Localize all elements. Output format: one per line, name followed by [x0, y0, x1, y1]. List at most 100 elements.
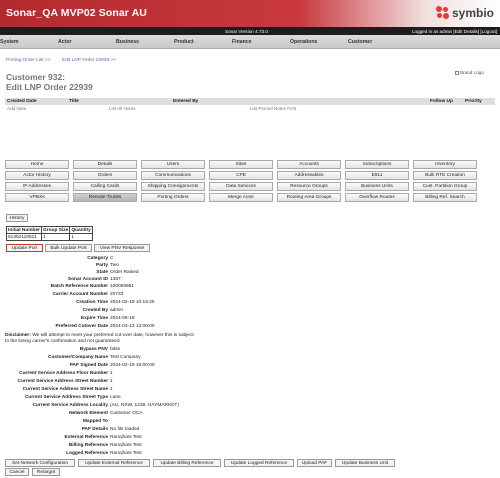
disclaimer-label: Disclaimer:: [5, 333, 31, 338]
nav-remote-trunks-button[interactable]: Remote Trunks: [73, 193, 137, 202]
col-priority: Priority: [465, 99, 482, 104]
nav-accounts-button[interactable]: Accounts: [277, 160, 341, 169]
detail-label: Current Service Address Floor Number: [19, 371, 108, 376]
menu-customer[interactable]: Customer: [348, 39, 372, 45]
quantity-cell: 1: [69, 233, 93, 241]
menu-business[interactable]: Business: [116, 39, 139, 45]
detail-value: Customer OCA: [110, 411, 143, 416]
nav-calling-cards-button[interactable]: Calling Cards: [73, 182, 137, 191]
set-network-configuration-button[interactable]: Set Network Configuration: [5, 459, 75, 467]
nav-merge-actor-button[interactable]: Merge Actor: [209, 193, 273, 202]
breadcrumb-edit-lnp-order[interactable]: Edit LNP Order 22939 >>: [62, 58, 116, 63]
update-port-button[interactable]: Update Port: [6, 244, 43, 252]
detail-label: Creation Time: [76, 300, 108, 305]
detail-row: Network Element Customer OCA: [0, 411, 500, 417]
detail-row: Current Service Address Street Type Lane: [0, 395, 500, 401]
nav-details-button[interactable]: Details: [73, 160, 137, 169]
brand-logo: Brand Logo: [455, 70, 484, 75]
detail-row: Billing Reference Rannjhani Test: [0, 443, 500, 449]
detail-value: Rannjhani Test: [110, 451, 142, 456]
detail-row: PAF Signed Date 2024-02-19 15:00:00: [0, 363, 500, 369]
cancel-button[interactable]: Cancel: [5, 468, 29, 476]
menu-system[interactable]: System: [0, 39, 18, 45]
menu-finance[interactable]: Finance: [232, 39, 252, 45]
nav-vpbxs-button[interactable]: VPBXs: [5, 193, 69, 202]
bulk-update-port-button[interactable]: Bulk Update Port: [45, 244, 92, 252]
nav-subscriptions-button[interactable]: Subscriptions: [345, 160, 409, 169]
history-button[interactable]: History: [6, 214, 28, 222]
nav-communications-button[interactable]: Communications: [141, 171, 205, 180]
detail-value: Rannjhani Test: [110, 443, 142, 448]
detail-row: Created By admin: [0, 308, 500, 314]
nav-addressables-button[interactable]: Addressables: [277, 171, 341, 180]
detail-row: Mapped To: [0, 419, 500, 425]
detail-label: Current Service Address Street Name: [22, 387, 108, 392]
retarget-button[interactable]: Retarget: [32, 468, 60, 476]
detail-value: 20733: [110, 292, 124, 297]
nav-actor-history-button[interactable]: Actor History: [5, 171, 69, 180]
nav-porting-orders-button[interactable]: Porting Orders: [141, 193, 205, 202]
detail-value: Test Company: [110, 355, 141, 360]
group-size-cell: 1: [40, 233, 71, 241]
detail-row: Carrier Account Number 20733: [0, 292, 500, 298]
detail-value: (AU, NSW, 1238, HAYMARKET): [110, 403, 179, 408]
nav-shipping-consignments-button[interactable]: Shipping Consignments: [141, 182, 205, 191]
update-billing-reference-button[interactable]: Update Billing Reference: [153, 459, 221, 467]
detail-row: Party Two: [0, 263, 500, 269]
detail-value: 2024-03-13 13:00:00: [110, 324, 155, 329]
detail-value: 1: [110, 379, 113, 384]
nav-cpe-button[interactable]: CPE: [209, 171, 273, 180]
list-all-notes-link[interactable]: List All Notes: [109, 106, 136, 111]
detail-label: Party: [96, 263, 108, 268]
logged-in-text[interactable]: Logged in as admin [Edit Details] [Logou…: [412, 29, 497, 34]
update-logged-reference-button[interactable]: Update Logged Reference: [224, 459, 294, 467]
upload-paf-button[interactable]: Upload PAF: [297, 459, 332, 467]
detail-label: Preferred Cutover Date: [55, 324, 108, 329]
menu-operations[interactable]: Operations: [290, 39, 317, 45]
nav-e911-button[interactable]: E911: [345, 171, 409, 180]
list-pinned-notes-link[interactable]: List Pinned Notes First: [250, 106, 296, 111]
update-business-unit-button[interactable]: Update Business Unit: [335, 459, 395, 467]
app-header: Sonar_QA MVP02 Sonar AU symbio: [0, 0, 500, 27]
detail-row: State Order Raised: [0, 270, 500, 276]
nav-orders-button[interactable]: Orders: [73, 171, 137, 180]
menu-product[interactable]: Product: [174, 39, 194, 45]
page-title-line1: Customer 932:: [6, 72, 66, 82]
add-note-link[interactable]: Add Note: [7, 106, 26, 111]
nav-sites-button[interactable]: Sites: [209, 160, 273, 169]
menu-actor[interactable]: Actor: [58, 39, 72, 45]
nav-data-services-button[interactable]: Data Services: [209, 182, 273, 191]
detail-row: Batch Reference Number 100069951: [0, 284, 500, 290]
view-pnv-response-button[interactable]: View PNV Response: [94, 244, 150, 252]
detail-value: 100069951: [110, 284, 135, 289]
breadcrumb-porting-order-list[interactable]: Porting Order List >>: [6, 58, 51, 63]
status-bar: Sonar Version 4.73.0 Logged in as admin …: [0, 27, 500, 35]
detail-row: Logged Reference Rannjhani Test: [0, 451, 500, 457]
detail-value: Order Raised: [110, 270, 139, 275]
nav-users-button[interactable]: Users: [141, 160, 205, 169]
update-external-reference-button[interactable]: Update External Reference: [78, 459, 150, 467]
nav-bulk-rte-creation-button[interactable]: Bulk RTE Creation: [413, 171, 477, 180]
nav-cust-partition-group-button[interactable]: Cust. Partition Group: [413, 182, 477, 191]
detail-row: External Reference Rannjhani Test: [0, 435, 500, 441]
detail-value: 2024-02-19 10:16:25: [110, 300, 155, 305]
nav-routing-area-groups-button[interactable]: Routing Area Groups: [277, 193, 341, 202]
detail-label: State: [96, 270, 108, 275]
detail-label: Category: [87, 256, 108, 261]
nav-overflow-routes-button[interactable]: Overflow Routes: [345, 193, 409, 202]
col-group-size: Group Size: [40, 226, 71, 234]
nav-home-button[interactable]: Home: [5, 160, 69, 169]
nav-ip-addresses-button[interactable]: IP Addresses: [5, 182, 69, 191]
col-entered-by: Entered By: [173, 99, 199, 104]
nav-billing-ref-search-button[interactable]: Billing Ref. Search: [413, 193, 477, 202]
detail-row: Creation Time 2024-02-19 10:16:25: [0, 300, 500, 306]
nav-business-units-button[interactable]: Business Units: [345, 182, 409, 191]
detail-row: Expire Time 2024-06-18: [0, 316, 500, 322]
nav-resource-groups-button[interactable]: Resource Groups: [277, 182, 341, 191]
detail-row: PAF Details No file loaded: [0, 427, 500, 433]
detail-value: 1: [110, 387, 113, 392]
nav-inventory-button[interactable]: Inventory: [413, 160, 477, 169]
initial-number-cell: 61352110511: [6, 233, 42, 241]
detail-value: 2024-06-18: [110, 316, 135, 321]
symbio-logo-icon: [435, 6, 450, 20]
